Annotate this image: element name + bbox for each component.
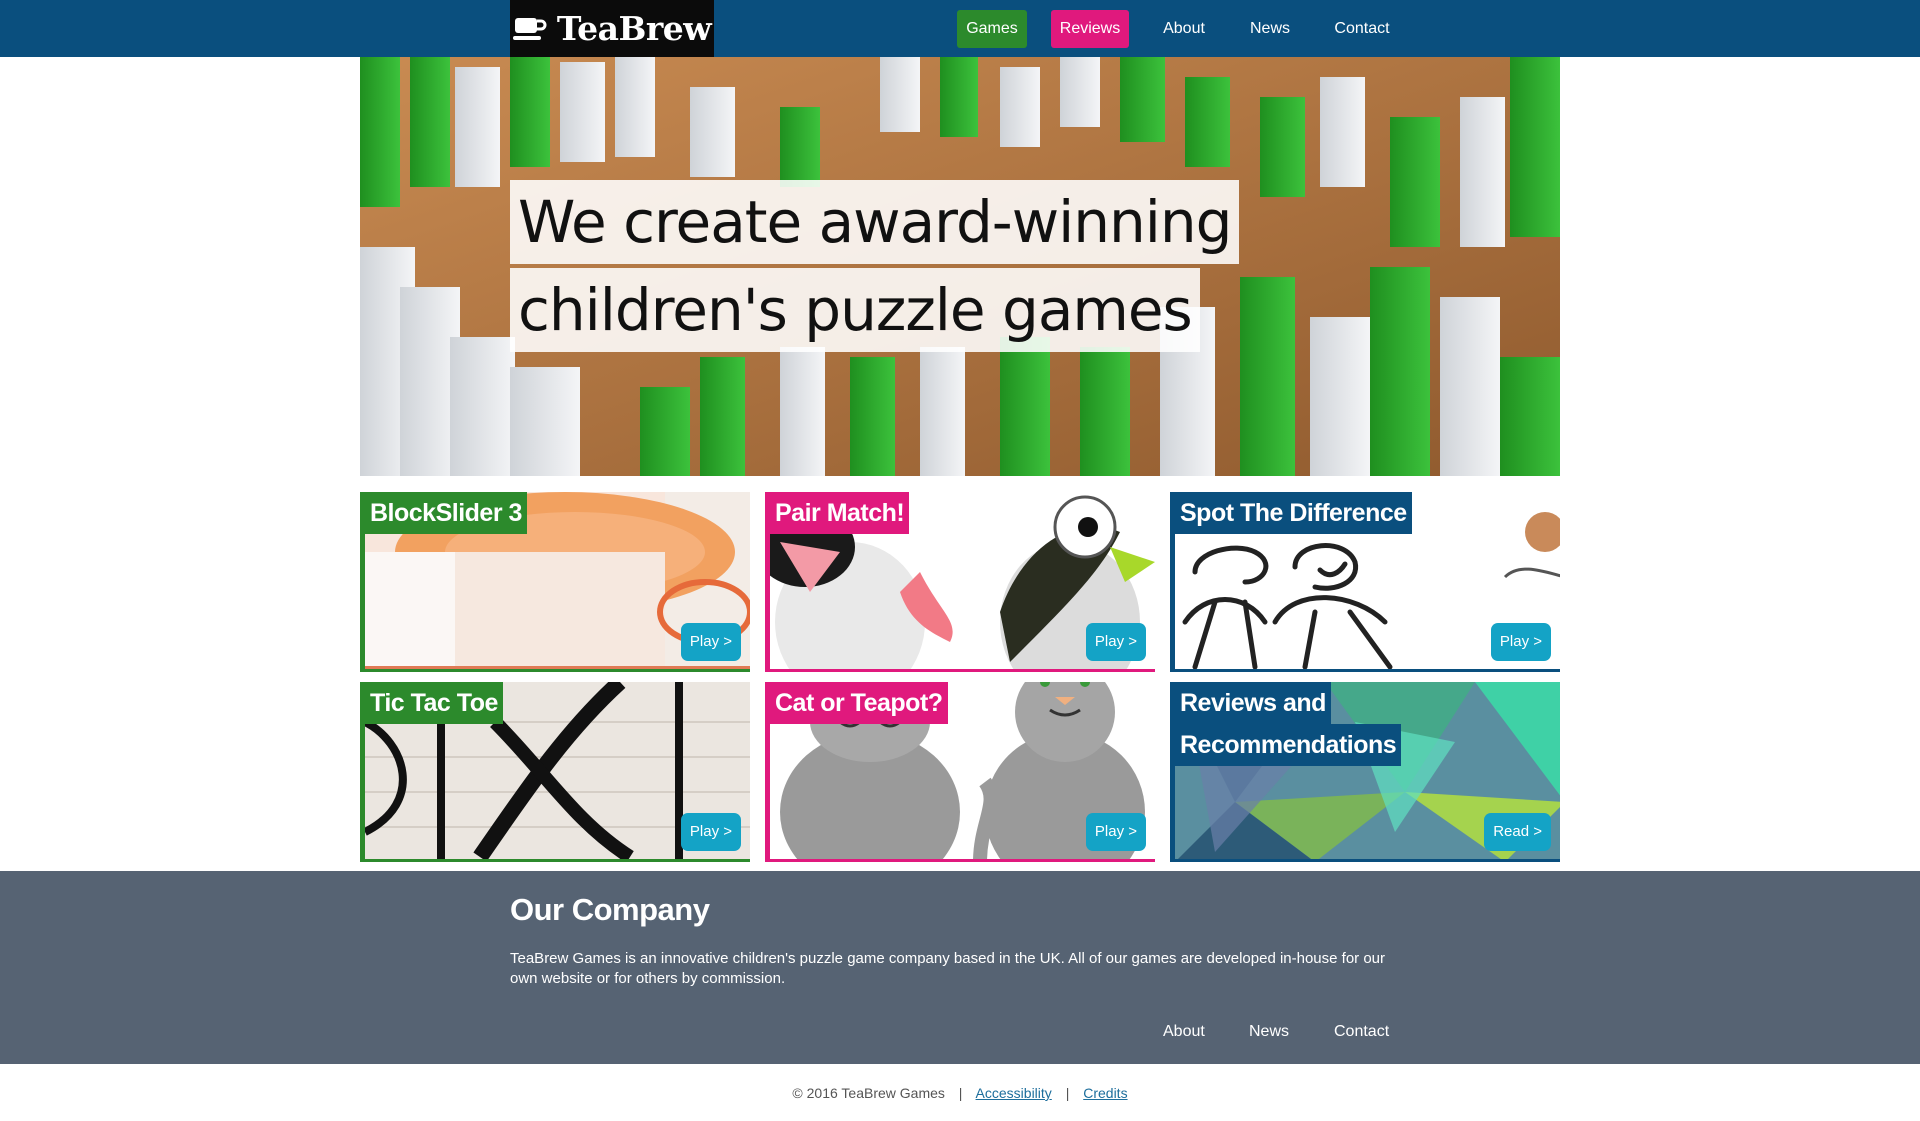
tile-title: Pair Match! (770, 492, 910, 534)
hero-headline-line-1: We create award-winning (510, 180, 1240, 264)
accessibility-link[interactable]: Accessibility (976, 1085, 1052, 1101)
teabrew-logo[interactable]: TeaBrew (510, 0, 714, 57)
copyright-text: © 2016 TeaBrew Games (792, 1085, 945, 1101)
tile-reviews-and-recommendations[interactable]: Reviews and Recommendations Read > (1170, 682, 1560, 862)
play-button[interactable]: Play > (1490, 623, 1551, 661)
tile-title-line-1: Reviews and (1175, 682, 1331, 724)
separator: | (1065, 1085, 1070, 1101)
footer-nav-news[interactable]: News (1249, 1023, 1289, 1041)
hero-banner: We create award-winning children's puzzl… (360, 57, 1560, 476)
footer-nav-contact[interactable]: Contact (1334, 1023, 1389, 1041)
tile-spot-the-difference[interactable]: Spot The Difference Play > (1170, 492, 1560, 672)
tile-title: Cat or Teapot? (770, 682, 948, 724)
tile-title: Reviews and Recommendations (1175, 682, 1402, 766)
tile-title: BlockSlider 3 (365, 492, 527, 534)
dominoes-photo (360, 57, 1560, 476)
teacup-icon (512, 17, 547, 40)
credits-link[interactable]: Credits (1083, 1085, 1127, 1101)
nav-news[interactable]: News (1240, 10, 1300, 48)
tile-tic-tac-toe[interactable]: Tic Tac Toe Play > (360, 682, 750, 862)
footer-description: TeaBrew Games is an innovative children'… (510, 950, 1386, 987)
nav-contact[interactable]: Contact (1324, 10, 1400, 48)
play-button[interactable]: Play > (680, 623, 741, 661)
logo-text: TeaBrew (556, 9, 712, 48)
tile-pair-match[interactable]: Pair Match! Play > (765, 492, 1155, 672)
tile-blockslider-3[interactable]: BlockSlider 3 Play > (360, 492, 750, 672)
tile-title: Spot The Difference (1175, 492, 1412, 534)
nav-about[interactable]: About (1152, 10, 1216, 48)
separator: | (958, 1085, 963, 1101)
footer: Our Company TeaBrew Games is an innovati… (0, 871, 1920, 1064)
footer-heading: Our Company (510, 892, 710, 927)
bottom-bar: © 2016 TeaBrew Games | Accessibility | C… (0, 1085, 1920, 1101)
play-button[interactable]: Play > (680, 813, 741, 851)
hero-headline-line-2: children's puzzle games (510, 268, 1200, 352)
tile-cat-or-teapot[interactable]: Cat or Teapot? Play > (765, 682, 1155, 862)
play-button[interactable]: Play > (1085, 623, 1146, 661)
tile-title: Tic Tac Toe (365, 682, 503, 724)
tile-title-line-2: Recommendations (1175, 724, 1402, 766)
footer-nav-about[interactable]: About (1163, 1023, 1205, 1041)
nav-reviews[interactable]: Reviews (1051, 10, 1129, 48)
top-navigation-bar: TeaBrew Games Reviews About News Contact (0, 0, 1920, 57)
read-button[interactable]: Read > (1484, 813, 1551, 851)
play-button[interactable]: Play > (1085, 813, 1146, 851)
nav-games[interactable]: Games (957, 10, 1027, 48)
